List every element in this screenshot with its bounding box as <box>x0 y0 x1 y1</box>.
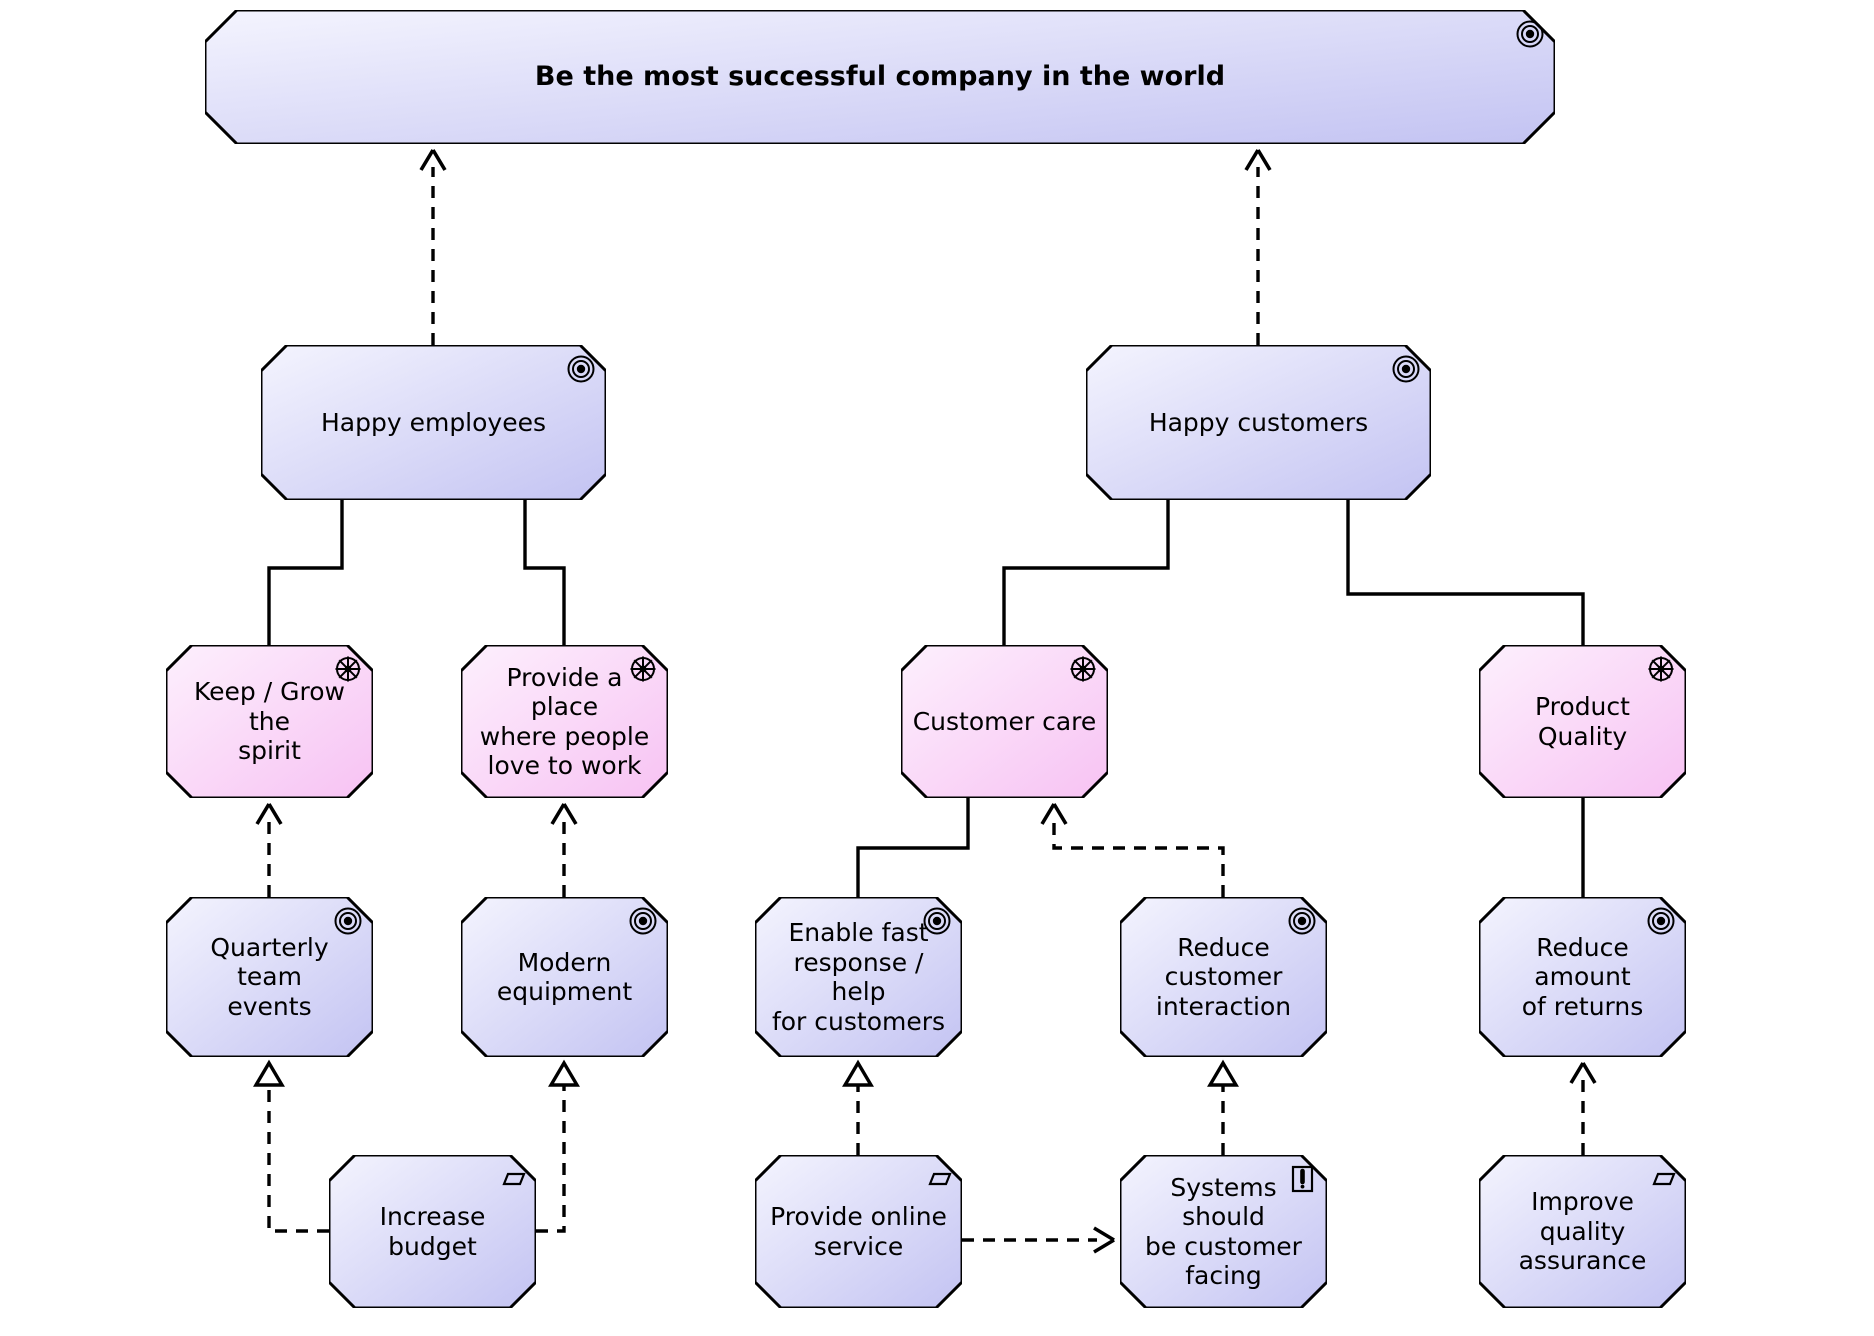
node-keep-grow-spirit[interactable]: Keep / Grow the spirit <box>166 645 373 798</box>
node-label: Quarterly team events <box>210 932 329 1021</box>
edge-enable-fast-response-to-customer-care <box>856 798 970 897</box>
edge-happy-employees-to-provide-a-place <box>523 500 566 645</box>
node-customer-care[interactable]: Customer care <box>901 645 1108 798</box>
node-label: Keep / Grow the spirit <box>194 677 345 766</box>
node-modern-equipment[interactable]: Modern equipment <box>461 897 668 1057</box>
requirement-icon <box>922 1164 952 1194</box>
node-label: Product Quality <box>1535 692 1630 751</box>
goal-icon <box>922 906 952 936</box>
edge-reduce-customer-interaction-to-customer-care <box>1040 803 1225 897</box>
edge-improve-quality-assurance-to-reduce-amount-of-returns <box>1569 1062 1597 1155</box>
outcome-icon <box>628 654 658 684</box>
edge-happy-customers-to-goal-main <box>1244 149 1272 345</box>
node-systems-customer-facing[interactable]: Systems should be customer facing <box>1120 1155 1327 1308</box>
edge-happy-employees-to-keep-grow-spirit <box>267 500 344 645</box>
node-increase-budget[interactable]: Increase budget <box>329 1155 536 1308</box>
outcome-icon <box>1646 654 1676 684</box>
node-goal-main[interactable]: Be the most successful company in the wo… <box>205 10 1555 144</box>
edge-systems-customer-facing-to-reduce-customer-interaction <box>1207 1059 1239 1155</box>
node-improve-quality-assurance[interactable]: Improve quality assurance <box>1479 1155 1686 1308</box>
node-label: Be the most successful company in the wo… <box>534 61 1226 93</box>
goal-icon <box>1391 354 1421 384</box>
edge-happy-employees-to-goal-main <box>419 149 447 345</box>
node-quarterly-team-events[interactable]: Quarterly team events <box>166 897 373 1057</box>
edge-happy-customers-to-customer-care <box>1002 500 1170 645</box>
diagram-canvas: Be the most successful company in the wo… <box>0 0 1874 1336</box>
edge-quarterly-team-events-to-keep-grow-spirit <box>255 803 283 897</box>
node-label: Improve quality assurance <box>1518 1187 1647 1276</box>
edge-modern-equipment-to-provide-a-place <box>550 803 578 897</box>
edge-provide-online-service-to-enable-fast-response <box>842 1059 874 1155</box>
node-label: Reduce amount of returns <box>1521 932 1644 1021</box>
principle-icon <box>1287 1164 1317 1194</box>
requirement-icon <box>496 1164 526 1194</box>
edge-increase-budget-to-quarterly-team-events <box>253 1059 329 1233</box>
node-enable-fast-response[interactable]: Enable fast response / help for customer… <box>755 897 962 1057</box>
node-label: Provide online service <box>770 1202 947 1261</box>
node-product-quality[interactable]: Product Quality <box>1479 645 1686 798</box>
goal-icon <box>566 354 596 384</box>
edge-happy-customers-to-product-quality <box>1346 500 1585 645</box>
node-label: Happy employees <box>320 407 547 437</box>
node-reduce-customer-interaction[interactable]: Reduce customer interaction <box>1120 897 1327 1057</box>
node-reduce-amount-of-returns[interactable]: Reduce amount of returns <box>1479 897 1686 1057</box>
node-label: Customer care <box>912 706 1097 736</box>
node-label: Increase budget <box>379 1202 486 1261</box>
node-label: Reduce customer interaction <box>1155 932 1292 1021</box>
goal-icon <box>1515 19 1545 49</box>
node-provide-online-service[interactable]: Provide online service <box>755 1155 962 1308</box>
edge-increase-budget-to-modern-equipment <box>536 1059 580 1233</box>
node-label: Modern equipment <box>496 947 633 1007</box>
node-happy-customers[interactable]: Happy customers <box>1086 345 1431 500</box>
goal-icon <box>333 906 363 936</box>
edge-provide-online-service-to-systems-customer-facing <box>962 1226 1115 1254</box>
goal-icon <box>628 906 658 936</box>
node-provide-a-place[interactable]: Provide a place where people love to wor… <box>461 645 668 798</box>
node-happy-employees[interactable]: Happy employees <box>261 345 606 500</box>
goal-icon <box>1287 906 1317 936</box>
node-label: Happy customers <box>1148 407 1369 437</box>
outcome-icon <box>333 654 363 684</box>
requirement-icon <box>1646 1164 1676 1194</box>
goal-icon <box>1646 906 1676 936</box>
outcome-icon <box>1068 654 1098 684</box>
